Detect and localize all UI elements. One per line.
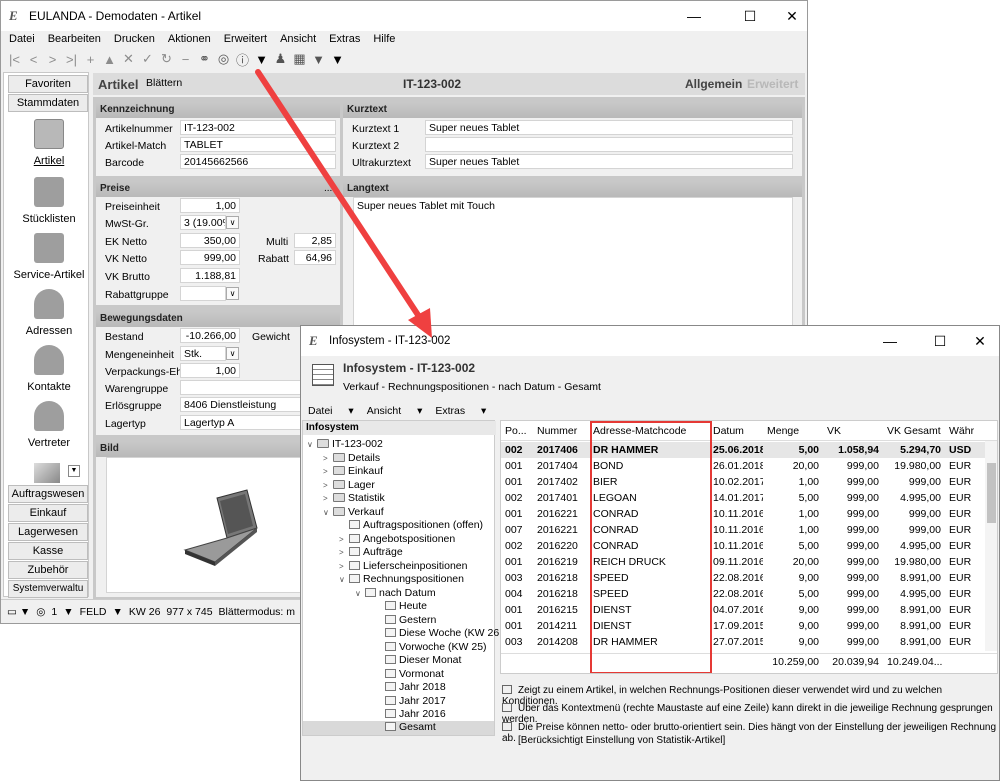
arrow-annotation xyxy=(255,69,432,338)
